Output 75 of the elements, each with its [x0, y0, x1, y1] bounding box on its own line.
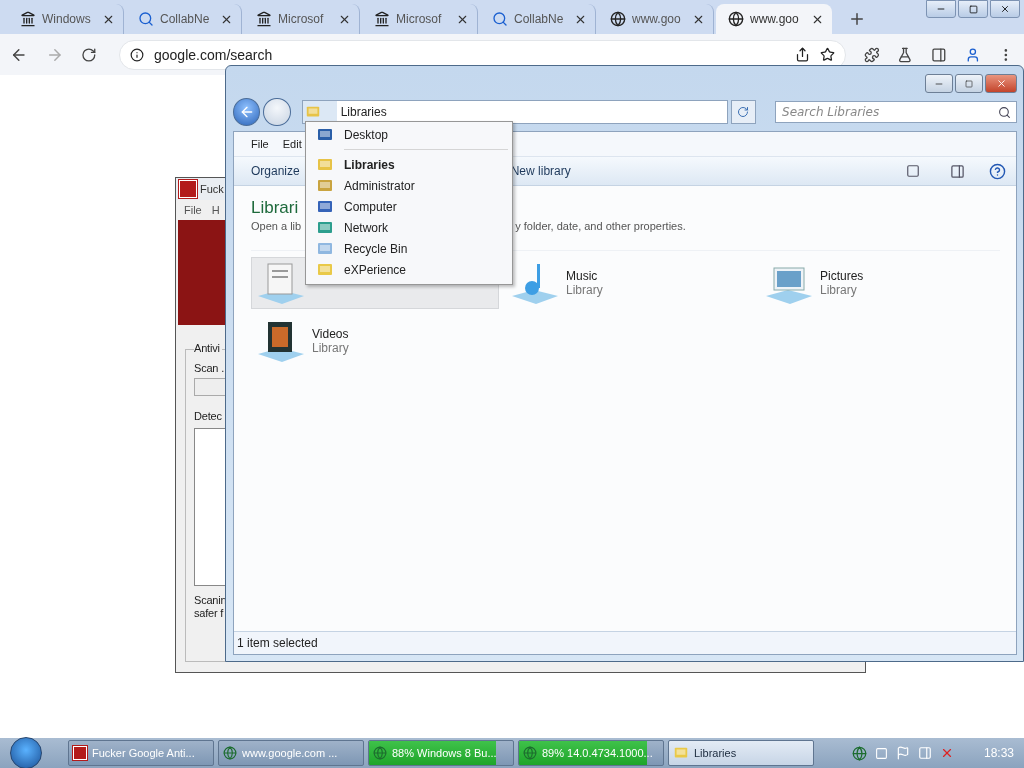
maximize-icon — [968, 4, 978, 14]
close-icon — [995, 78, 1007, 89]
list-box[interactable] — [194, 428, 225, 586]
minimize-button[interactable] — [926, 0, 956, 18]
library-item[interactable]: Pictures Library — [759, 257, 1007, 309]
star-icon[interactable] — [819, 47, 835, 62]
menu-item[interactable]: H — [211, 204, 220, 216]
info-icon[interactable] — [130, 47, 144, 62]
start-button[interactable] — [10, 737, 42, 768]
dropdown-item[interactable]: eXPerience — [308, 259, 510, 280]
library-type: Library — [820, 283, 858, 297]
browser-tab[interactable]: www.goo — [716, 4, 832, 34]
new-tab-icon[interactable] — [848, 10, 866, 28]
field-label: Detec — [194, 410, 222, 422]
library-type: Library — [566, 283, 603, 297]
status-text: 1 item selected — [234, 631, 1016, 654]
refresh-button[interactable] — [730, 100, 756, 124]
dropdown-item[interactable]: Network — [308, 217, 510, 238]
search-icon — [492, 11, 508, 27]
view-icon[interactable] — [906, 164, 920, 178]
globe-icon — [523, 746, 537, 760]
library-item[interactable]: Videos Library — [251, 315, 499, 367]
preview-pane-icon[interactable] — [950, 163, 965, 179]
back-button[interactable] — [233, 98, 261, 126]
globe-icon — [728, 11, 744, 27]
group-label: Antivi — [194, 342, 222, 354]
maximize-button[interactable] — [958, 0, 988, 18]
maximize-icon — [965, 79, 973, 88]
description-text: y folder, date, and other properties. — [515, 220, 686, 232]
forward-button[interactable] — [263, 98, 291, 126]
menu-item[interactable]: File — [251, 138, 269, 150]
globe-icon — [223, 746, 237, 760]
minimize-button[interactable] — [925, 74, 953, 93]
dropdown-item[interactable]: Administrator — [308, 175, 510, 196]
close-icon — [1000, 4, 1010, 14]
app-icon — [179, 180, 197, 198]
close-button[interactable] — [985, 74, 1017, 93]
organize-button[interactable]: Organize — [251, 164, 300, 178]
search-field[interactable]: Search Libraries — [775, 101, 1017, 123]
dropdown-item[interactable]: Desktop — [308, 124, 510, 145]
refresh-icon — [737, 106, 750, 118]
museum-icon — [256, 11, 272, 27]
dropdown-item[interactable]: Recycle Bin — [308, 238, 510, 259]
window-title: Fuck — [200, 183, 224, 195]
search-icon[interactable] — [998, 105, 1011, 119]
close-button[interactable] — [990, 0, 1020, 18]
reload-icon[interactable] — [81, 46, 97, 63]
globe-icon — [373, 746, 387, 760]
globe-icon[interactable] — [851, 745, 867, 761]
address-bar[interactable]: Libraries — [301, 100, 728, 124]
clock: 18:33 — [983, 746, 1014, 760]
museum-icon — [374, 11, 390, 27]
library-type: Library — [312, 341, 349, 355]
museum-icon — [20, 11, 36, 27]
description-text: Open a lib — [251, 220, 302, 232]
app-icon — [73, 746, 87, 760]
dropdown-item[interactable]: Libraries — [308, 154, 510, 175]
extensions-icon[interactable] — [863, 46, 880, 63]
share-icon[interactable] — [794, 47, 810, 62]
menu-item[interactable]: Edit — [282, 138, 302, 150]
search-icon — [138, 11, 154, 27]
library-name: Videos — [312, 327, 349, 341]
menu-item[interactable]: File — [184, 204, 202, 216]
side-panel-icon[interactable] — [930, 46, 947, 63]
flask-icon[interactable] — [897, 46, 913, 63]
library-name: Music — [566, 269, 599, 283]
input-field[interactable] — [194, 378, 225, 396]
page-heading: Librari — [251, 198, 299, 218]
field-label: Scan . — [194, 362, 224, 374]
help-icon[interactable] — [989, 162, 1006, 180]
maximize-button[interactable] — [955, 74, 983, 93]
taskbar-button[interactable]: Libraries — [668, 740, 814, 766]
globe-icon — [610, 11, 626, 27]
library-name: Pictures — [820, 269, 864, 283]
dropdown-item[interactable]: Computer — [308, 196, 510, 217]
